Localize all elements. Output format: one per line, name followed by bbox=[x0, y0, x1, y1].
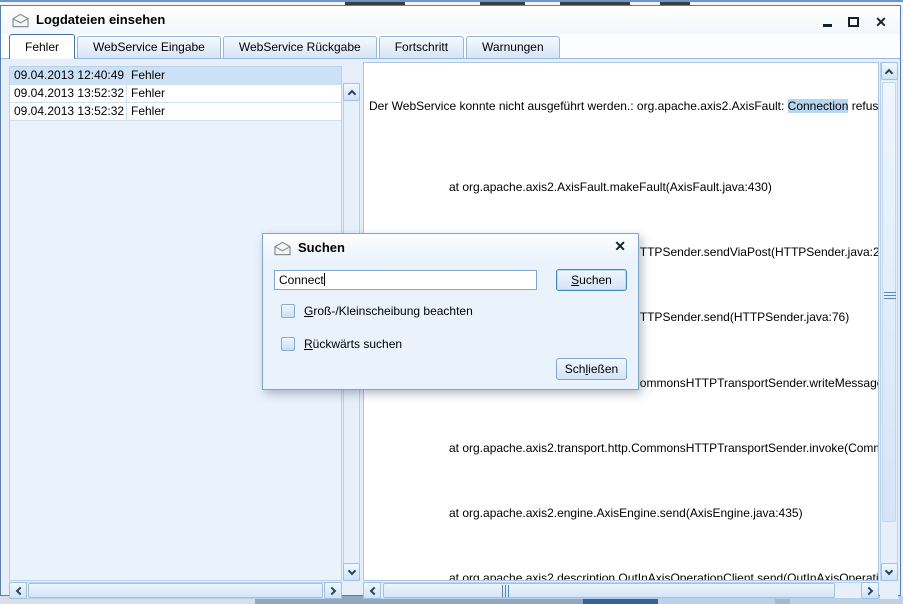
button-label: ießen bbox=[588, 362, 618, 376]
table-scroll-right-button[interactable] bbox=[324, 582, 342, 599]
screen: Logdateien einsehen ✕ Fehler WebService … bbox=[0, 0, 903, 604]
maximize-button[interactable] bbox=[842, 14, 864, 31]
close-dialog-button[interactable]: Schließen bbox=[556, 358, 627, 380]
tab[interactable]: Fehler bbox=[9, 34, 75, 59]
cell-zeit: 09.04.2013 12:40:49 bbox=[10, 67, 127, 84]
trace-vscroll-thumb[interactable] bbox=[882, 82, 896, 522]
cell-zeit: 09.04.2013 13:52:32 bbox=[10, 85, 127, 102]
search-input-value: Connect bbox=[279, 273, 324, 287]
chevron-up-icon bbox=[885, 68, 893, 76]
checkbox-case-sensitive[interactable] bbox=[281, 304, 295, 318]
checkbox-search-backwards[interactable] bbox=[281, 337, 295, 351]
mail-icon bbox=[11, 13, 30, 28]
text-caret bbox=[324, 273, 325, 286]
tab[interactable]: Fortschritt bbox=[379, 36, 464, 58]
stack-trace-line: at org.apache.axis2.AxisFault.makeFault(… bbox=[369, 179, 878, 195]
table-body: 09.04.2013 12:40:49 Fehler 09.04.2013 13… bbox=[10, 67, 341, 121]
label-mnemonic: G bbox=[304, 304, 313, 318]
close-icon: ✕ bbox=[875, 14, 887, 30]
stack-trace-line: at org.apache.axis2.description.OutInAxi… bbox=[369, 570, 878, 581]
chevron-down-icon bbox=[347, 567, 355, 575]
trace-text: Der WebService konnte nicht ausgeführt w… bbox=[369, 99, 788, 113]
minimize-icon bbox=[823, 24, 832, 27]
dialog-title: Suchen bbox=[298, 240, 345, 255]
cell-typ: Fehler bbox=[127, 67, 341, 84]
maximize-icon bbox=[848, 17, 859, 27]
trace-scroll-up-button[interactable] bbox=[881, 62, 898, 80]
cell-zeit: 09.04.2013 13:52:32 bbox=[10, 103, 127, 120]
trace-scroll-down-button[interactable] bbox=[881, 563, 898, 581]
mail-icon bbox=[273, 241, 292, 256]
table-row[interactable]: 09.04.2013 13:52:32 Fehler bbox=[10, 103, 341, 121]
label-text: ückwärts suchen bbox=[313, 337, 402, 351]
titlebar[interactable]: Logdateien einsehen ✕ bbox=[1, 6, 900, 34]
close-icon: ✕ bbox=[614, 238, 626, 254]
tab[interactable]: WebService Rückgabe bbox=[223, 36, 377, 58]
chevron-left-icon bbox=[369, 586, 377, 594]
scrollbar-grip-icon bbox=[502, 585, 510, 597]
table-scroll-down-button[interactable] bbox=[343, 563, 360, 581]
trace-scroll-left-button[interactable] bbox=[363, 582, 381, 599]
scrollbar-grip-icon bbox=[884, 292, 896, 300]
button-mnemonic: S bbox=[571, 273, 579, 287]
table-row[interactable]: 09.04.2013 13:52:32 Fehler bbox=[10, 85, 341, 103]
chevron-right-icon bbox=[865, 586, 873, 594]
close-button[interactable]: ✕ bbox=[870, 14, 892, 31]
trace-hscroll-thumb[interactable] bbox=[383, 583, 835, 598]
table-row[interactable]: 09.04.2013 12:40:49 Fehler bbox=[10, 67, 341, 85]
window-title: Logdateien einsehen bbox=[36, 12, 165, 27]
label-mnemonic: R bbox=[304, 337, 313, 351]
tab[interactable]: Warnungen bbox=[466, 36, 560, 58]
minimize-button[interactable] bbox=[816, 14, 838, 31]
label-text: roß-/Kleinscheibung beachten bbox=[313, 304, 472, 318]
chevron-right-icon bbox=[328, 586, 336, 594]
stack-trace-line: at org.apache.axis2.engine.AxisEngine.se… bbox=[369, 505, 878, 521]
search-match-highlight: Connection bbox=[788, 99, 849, 113]
button-label: Sch bbox=[565, 362, 586, 376]
checkbox-label[interactable]: Rückwärts suchen bbox=[304, 337, 402, 351]
button-label: uchen bbox=[579, 273, 612, 287]
search-input[interactable]: Connect bbox=[274, 270, 537, 290]
search-button[interactable]: Suchen bbox=[556, 269, 627, 291]
trace-horizontal-scrollbar[interactable] bbox=[363, 582, 879, 599]
dialog-close-button[interactable]: ✕ bbox=[614, 238, 626, 255]
tab[interactable]: WebService Eingabe bbox=[77, 36, 221, 58]
table-scroll-up-button[interactable] bbox=[343, 83, 360, 101]
table-horizontal-scrollbar[interactable] bbox=[9, 582, 342, 599]
tab-bar: Fehler WebService Eingabe WebService Rüc… bbox=[1, 34, 900, 59]
dialog-titlebar[interactable]: Suchen ✕ bbox=[263, 234, 638, 262]
cell-typ: Fehler bbox=[127, 85, 341, 102]
trace-text: refused: connect bbox=[848, 99, 878, 113]
trace-scroll-right-button[interactable] bbox=[861, 582, 879, 599]
chevron-left-icon bbox=[15, 586, 23, 594]
background-window-border bbox=[0, 0, 903, 2]
stack-trace-line: at org.apache.axis2.transport.http.Commo… bbox=[369, 440, 878, 456]
cell-typ: Fehler bbox=[127, 103, 341, 120]
stack-trace-first-line: Der WebService konnte nicht ausgeführt w… bbox=[369, 98, 878, 114]
table-hscroll-thumb[interactable] bbox=[28, 583, 323, 598]
scrollbar-corner bbox=[880, 582, 898, 599]
search-dialog: Suchen ✕ Connect Suchen Groß-/Kleinschei… bbox=[262, 233, 639, 390]
trace-vertical-scrollbar[interactable] bbox=[880, 62, 898, 581]
chevron-down-icon bbox=[885, 567, 893, 575]
checkbox-label[interactable]: Groß-/Kleinscheibung beachten bbox=[304, 304, 473, 318]
table-scroll-left-button[interactable] bbox=[9, 582, 27, 599]
chevron-up-icon bbox=[347, 89, 355, 97]
